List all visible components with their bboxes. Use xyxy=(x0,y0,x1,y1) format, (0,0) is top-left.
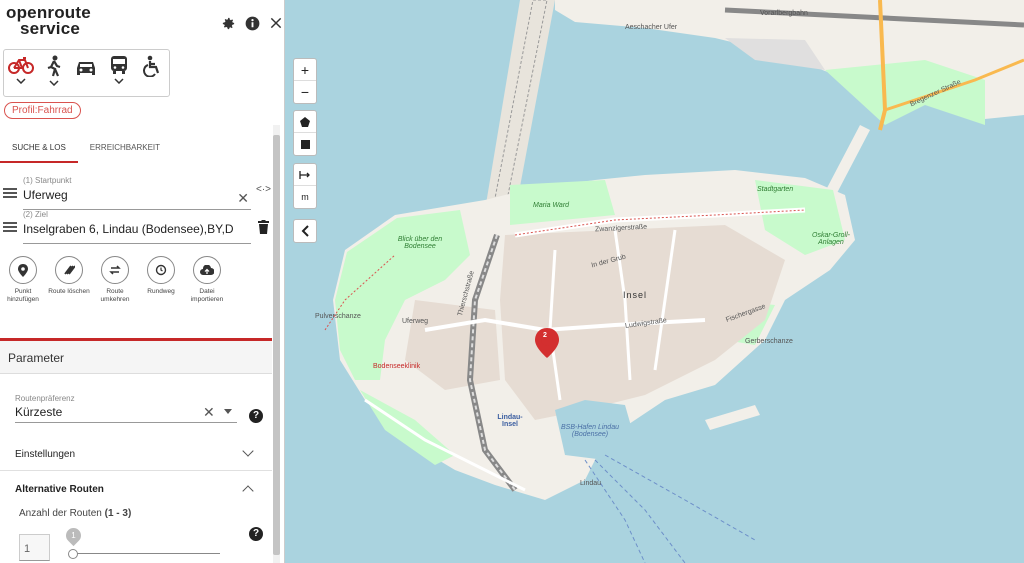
round-trip-button[interactable]: Rundweg xyxy=(138,256,184,304)
slider-handle[interactable] xyxy=(68,549,78,559)
map-label: Bodenseeklinik xyxy=(373,363,421,370)
destination-field[interactable]: (2) Ziel Inselgraben 6, Lindau (Bodensee… xyxy=(23,210,251,244)
slider-value-tip: 1 xyxy=(62,524,85,547)
route-actions: Punkt hinzufügen Route löschen Route umk… xyxy=(0,256,230,304)
drag-handle-icon[interactable] xyxy=(3,188,17,200)
import-file-button[interactable]: Datei importieren xyxy=(184,256,230,304)
help-icon[interactable]: ? xyxy=(249,527,263,541)
logo: openroute service xyxy=(6,3,91,38)
route-count-input[interactable]: 1 xyxy=(19,534,50,561)
collapse-sidebar-control xyxy=(293,219,317,243)
measure-button[interactable] xyxy=(294,164,316,186)
route-count-slider[interactable] xyxy=(70,553,220,554)
add-point-button[interactable]: Punkt hinzufügen xyxy=(0,256,46,304)
chevron-up-icon[interactable] xyxy=(242,485,254,497)
map-label: Insel xyxy=(623,290,648,300)
route-marker-label: 2 xyxy=(543,332,547,339)
delete-route-button[interactable]: Route löschen xyxy=(46,256,92,304)
polygon-icon xyxy=(300,116,310,127)
bus-icon xyxy=(111,56,128,74)
location-pin-icon xyxy=(18,263,28,277)
zoom-controls: + − xyxy=(293,58,317,104)
zoom-in-button[interactable]: + xyxy=(294,59,316,81)
destination-input[interactable]: Inselgraben 6, Lindau (Bodensee),BY,De xyxy=(23,222,233,236)
waypoint-destination: (2) Ziel Inselgraben 6, Lindau (Bodensee… xyxy=(3,210,273,244)
route-preference-label: Routenpräferenz xyxy=(15,394,75,403)
drag-handle-icon[interactable] xyxy=(3,222,17,234)
tab-reachability[interactable]: ERREICHBARKEIT xyxy=(78,140,172,163)
map-label: Oskar-Groll-Anlagen xyxy=(812,232,850,246)
walking-icon xyxy=(47,55,61,77)
map-label: Lindau xyxy=(580,480,602,487)
bicycle-icon xyxy=(8,57,35,74)
dropdown-arrow-icon[interactable] xyxy=(224,409,232,414)
map-label: Maria Ward xyxy=(533,202,570,209)
draw-polygon-button[interactable] xyxy=(294,111,316,133)
reverse-icon xyxy=(109,265,121,275)
scrollbar-thumb[interactable] xyxy=(273,135,280,555)
profile-car-button[interactable] xyxy=(71,53,102,95)
help-icon[interactable]: ? xyxy=(249,409,263,423)
close-icon[interactable] xyxy=(267,14,284,32)
sidebar: openroute service Profil:Fahrrad SUCHE &… xyxy=(0,0,285,563)
profile-walk-button[interactable] xyxy=(39,53,70,95)
chevron-down-icon[interactable] xyxy=(242,445,254,457)
profile-bike-button[interactable] xyxy=(6,53,37,95)
wheelchair-icon xyxy=(142,55,159,77)
map-label: Blick über den Bodensee xyxy=(397,236,443,250)
settings-accordion[interactable]: Einstellungen xyxy=(15,449,75,460)
clear-icon[interactable]: ✕ xyxy=(237,190,249,207)
waypoint-start: (1) Startpunkt Uferweg ✕ xyxy=(3,176,273,210)
tab-search[interactable]: SUCHE & LOS xyxy=(0,140,78,163)
measure-icon xyxy=(299,170,310,179)
sidebar-scrollbar[interactable] xyxy=(273,125,280,563)
measure-controls: m xyxy=(293,163,317,209)
map-canvas[interactable] xyxy=(285,0,1024,563)
info-icon[interactable] xyxy=(243,14,261,32)
destination-label: (2) Ziel xyxy=(23,210,48,219)
divider xyxy=(0,470,272,471)
trash-icon[interactable] xyxy=(258,220,269,239)
map-label: Lindau-Insel xyxy=(497,414,523,428)
profile-bus-button[interactable] xyxy=(104,53,135,95)
map[interactable]: Aeschacher Ufer Vorarlbergbahn Bregenzer… xyxy=(285,0,1024,563)
cloud-upload-icon xyxy=(200,265,214,275)
profile-selector xyxy=(3,49,170,97)
draw-controls xyxy=(293,110,317,156)
map-label: Aeschacher Ufer xyxy=(625,24,678,31)
car-icon xyxy=(77,62,96,75)
swap-icon[interactable]: <·> xyxy=(256,184,271,195)
start-label: (1) Startpunkt xyxy=(23,176,72,185)
profile-badge[interactable]: Profil:Fahrrad xyxy=(4,102,81,119)
map-label: Stadtgarten xyxy=(757,186,794,193)
start-field[interactable]: (1) Startpunkt Uferweg ✕ xyxy=(23,176,251,210)
reverse-route-button[interactable]: Route umkehren xyxy=(92,256,138,304)
draw-rectangle-button[interactable] xyxy=(294,133,316,155)
alternative-routes-accordion[interactable]: Alternative Routen xyxy=(15,484,104,495)
zoom-out-button[interactable]: − xyxy=(294,81,316,103)
eraser-icon xyxy=(64,265,75,275)
profile-wheelchair-button[interactable] xyxy=(136,53,167,95)
map-label: Pulverschanze xyxy=(315,313,361,320)
map-label: Uferweg xyxy=(402,318,429,325)
chevron-down-icon xyxy=(49,80,59,86)
unit-toggle-button[interactable]: m xyxy=(294,186,316,208)
chevron-down-icon xyxy=(16,78,26,84)
mode-tabs: SUCHE & LOS ERREICHBARKEIT xyxy=(0,140,272,164)
route-count-label: Anzahl der Routen (1 - 3) xyxy=(19,508,132,519)
chevron-down-icon xyxy=(114,78,124,84)
round-trip-icon xyxy=(155,264,167,276)
map-label: Vorarlbergbahn xyxy=(760,10,808,17)
parameter-header: Parameter xyxy=(0,341,272,374)
map-label: BSB-Hafen Lindau (Bodensee) xyxy=(561,424,619,438)
chevron-left-icon xyxy=(301,225,309,237)
clear-icon[interactable]: ✕ xyxy=(203,404,215,421)
map-label: Gerberschanze xyxy=(745,338,793,345)
start-input[interactable]: Uferweg xyxy=(23,188,233,202)
square-icon xyxy=(300,139,310,149)
collapse-sidebar-button[interactable] xyxy=(294,220,316,242)
gear-icon[interactable] xyxy=(219,14,237,32)
